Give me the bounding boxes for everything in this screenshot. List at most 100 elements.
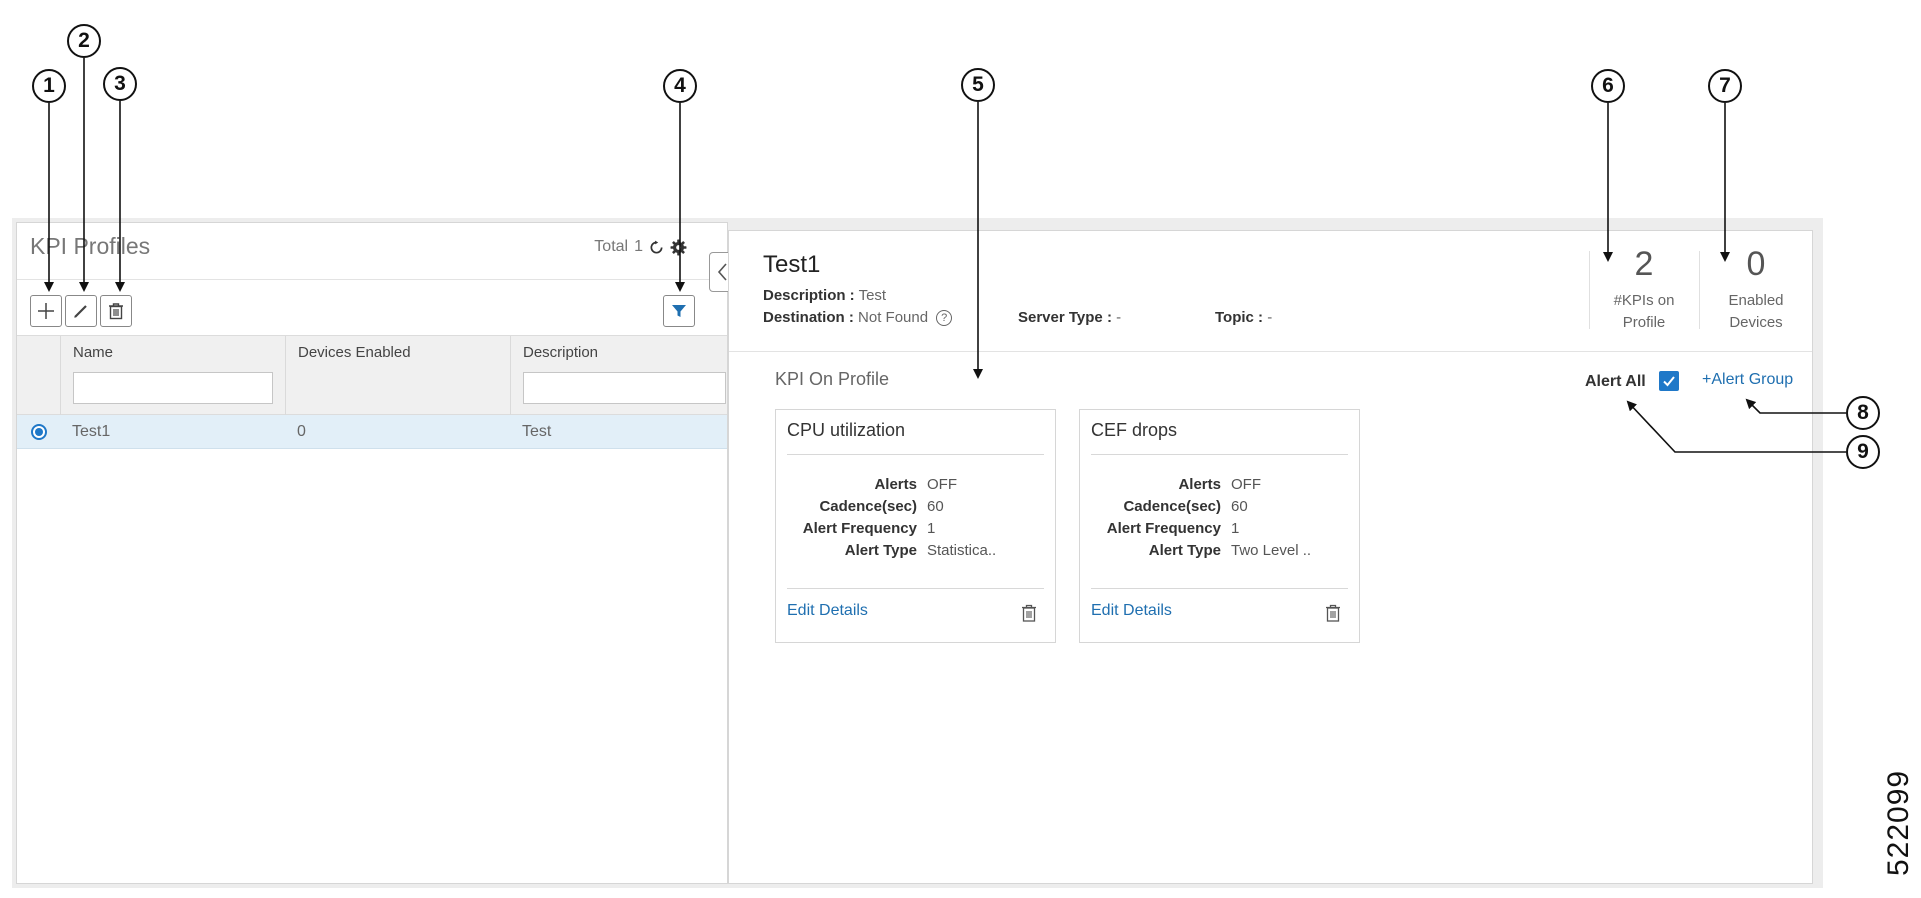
field-value: 60: [1231, 498, 1248, 515]
divider: [17, 279, 727, 280]
add-alert-group-link[interactable]: +Alert Group: [1702, 371, 1793, 389]
total-count: 1: [634, 238, 643, 255]
kpis-label-line2: Profile: [1622, 314, 1666, 331]
kpi-profiles-panel: KPI Profiles Total 1 Name Devices Enable…: [16, 222, 728, 884]
column-label-devices-enabled: Devices Enabled: [298, 344, 411, 361]
topic-value: -: [1267, 309, 1273, 326]
divider: [1091, 588, 1348, 589]
field-value: 1: [1231, 520, 1240, 537]
description-filter-input[interactable]: [523, 372, 726, 404]
destination-field: Destination : Not Found ?: [763, 309, 953, 327]
divider: [787, 454, 1044, 455]
total-summary: Total 1: [594, 238, 687, 256]
kpis-on-profile-stat: 2 #KPIs on Profile: [1589, 231, 1699, 341]
refresh-icon[interactable]: [649, 240, 664, 255]
field-key: Cadence(sec): [819, 498, 917, 515]
callout-4: 4: [663, 69, 697, 103]
row-radio[interactable]: [31, 424, 47, 440]
callout-7: 7: [1708, 69, 1742, 103]
add-button[interactable]: [30, 295, 62, 327]
description-label: Description :: [763, 287, 855, 304]
kpi-field: Alerts OFF: [1080, 476, 1359, 498]
field-value: Statistica..: [927, 542, 997, 559]
description-value: Test: [858, 287, 887, 304]
panel-title: KPI Profiles: [30, 233, 151, 259]
divider: [787, 588, 1044, 589]
column-description[interactable]: Description: [510, 336, 729, 416]
trash-icon[interactable]: [1325, 604, 1341, 622]
kpi-field: Alerts OFF: [776, 476, 1055, 498]
field-key: Alert Frequency: [802, 520, 917, 537]
divider: [1091, 454, 1348, 455]
profile-title: Test1: [763, 251, 821, 278]
kpi-title: CPU utilization: [787, 420, 906, 440]
kpi-field: Cadence(sec) 60: [1080, 498, 1359, 520]
alert-all-label: Alert All: [1585, 373, 1646, 390]
field-key: Alert Frequency: [1106, 520, 1221, 537]
table-header: Name Devices Enabled Description: [17, 335, 729, 416]
field-value: Two Level ..: [1231, 542, 1312, 559]
divider: [729, 351, 1812, 352]
kpi-field: Cadence(sec) 60: [776, 498, 1055, 520]
gear-icon[interactable]: [670, 239, 687, 256]
trash-icon[interactable]: [1021, 604, 1037, 622]
profile-detail-panel: Test1 Description : Test Destination : N…: [728, 230, 1813, 884]
help-icon[interactable]: ?: [936, 310, 953, 327]
callout-6: 6: [1591, 69, 1625, 103]
server-type-field: Server Type : -: [1018, 309, 1121, 326]
callout-5: 5: [961, 68, 995, 102]
kpi-title: CEF drops: [1091, 420, 1178, 440]
check-icon: [1663, 376, 1675, 387]
kpi-card: CPU utilization Alerts OFF Cadence(sec) …: [775, 409, 1056, 643]
server-type-label: Server Type :: [1018, 309, 1112, 326]
enabled-devices-label-line2: Devices: [1729, 314, 1783, 331]
edit-details-link[interactable]: Edit Details: [787, 602, 868, 620]
field-value: OFF: [927, 476, 957, 493]
enabled-devices-count: 0: [1746, 245, 1766, 283]
callout-2: 2: [67, 24, 101, 58]
filter-icon: [672, 305, 686, 317]
field-key: Alerts: [1178, 476, 1221, 493]
kpi-field: Alert Type Statistica..: [776, 542, 1055, 564]
filter-button[interactable]: [663, 295, 695, 327]
topic-field: Topic : -: [1215, 309, 1272, 326]
edit-button[interactable]: [65, 295, 97, 327]
table-row[interactable]: Test1 0 Test: [17, 415, 727, 449]
kpi-on-profile-title: KPI On Profile: [775, 369, 890, 389]
kpi-field: Alert Frequency 1: [776, 520, 1055, 542]
kpi-card: CEF drops Alerts OFF Cadence(sec) 60 Ale…: [1079, 409, 1360, 643]
column-devices-enabled[interactable]: Devices Enabled: [285, 336, 510, 416]
callout-3: 3: [103, 67, 137, 101]
enabled-devices-label-line1: Enabled: [1728, 292, 1784, 309]
alert-all-checkbox[interactable]: [1659, 371, 1679, 391]
cell-name: Test1: [72, 423, 111, 440]
name-filter-input[interactable]: [73, 372, 273, 404]
trash-icon: [109, 303, 123, 320]
callout-8: 8: [1846, 396, 1880, 430]
figure: KPI Profiles Total 1 Name Devices Enable…: [0, 0, 1921, 898]
field-key: Alerts: [874, 476, 917, 493]
description-field: Description : Test: [763, 287, 886, 304]
callout-1: 1: [32, 69, 66, 103]
column-label-name: Name: [73, 344, 114, 361]
destination-value: Not Found: [858, 309, 929, 326]
kpi-field: Alert Type Two Level ..: [1080, 542, 1359, 564]
stat-divider: [1699, 251, 1700, 329]
field-key: Alert Type: [1148, 542, 1221, 559]
delete-button[interactable]: [100, 295, 132, 327]
total-label: Total: [594, 238, 629, 255]
figure-number: 522099: [1882, 769, 1915, 876]
kpi-field: Alert Frequency 1: [1080, 520, 1359, 542]
column-name[interactable]: Name: [60, 336, 285, 416]
field-value: 1: [927, 520, 936, 537]
kpis-count: 2: [1634, 245, 1654, 283]
field-value: OFF: [1231, 476, 1261, 493]
cell-devices-enabled: 0: [297, 423, 306, 440]
column-label-description: Description: [523, 344, 599, 361]
server-type-value: -: [1116, 309, 1122, 326]
destination-label: Destination :: [763, 309, 854, 326]
enabled-devices-label: Enabled Devices: [1701, 290, 1811, 334]
edit-details-link[interactable]: Edit Details: [1091, 602, 1172, 620]
kpis-label: #KPIs on Profile: [1589, 290, 1699, 334]
kpis-label-line1: #KPIs on: [1613, 292, 1675, 309]
